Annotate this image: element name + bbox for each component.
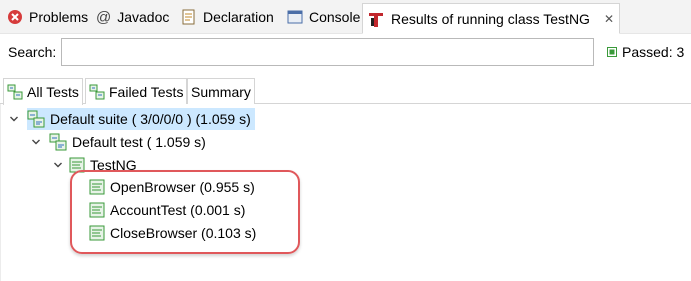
- test-tree-icon: [7, 84, 23, 100]
- method-pass-icon: [89, 179, 105, 195]
- tab-label: Results of running class TestNG: [391, 10, 590, 27]
- pass-icon: [607, 47, 617, 57]
- suite-icon: [27, 110, 45, 128]
- search-label: Search:: [8, 44, 57, 60]
- tab-javadoc[interactable]: @ Javadoc: [92, 3, 173, 31]
- tree-node-test[interactable]: Default test ( 1.059 s): [49, 131, 206, 153]
- class-icon: [69, 157, 85, 173]
- tab-declaration[interactable]: Declaration: [177, 3, 278, 31]
- tab-label: All Tests: [27, 84, 79, 100]
- tree-node-label: Default suite ( 3/0/0/0 ) (1.059 s): [50, 111, 251, 127]
- testng-icon: [368, 10, 384, 27]
- passed-status: Passed: 3: [607, 44, 684, 60]
- tab-testng-results[interactable]: Results of running class TestNG ✕: [362, 3, 620, 34]
- tab-label: Declaration: [203, 9, 274, 25]
- tree-node-suite[interactable]: Default suite ( 3/0/0/0 ) (1.059 s): [27, 108, 255, 130]
- tree-node-label: Default test ( 1.059 s): [72, 134, 206, 150]
- tree-node-method[interactable]: AccountTest (0.001 s): [89, 199, 245, 221]
- passed-count: Passed: 3: [622, 44, 685, 60]
- failed-tests-icon: [89, 84, 105, 99]
- test-icon: [49, 133, 67, 151]
- at-sign-icon: @: [96, 8, 112, 26]
- tab-console[interactable]: Console: [283, 3, 364, 31]
- error-icon: [8, 10, 22, 24]
- tab-label: Summary: [191, 83, 251, 100]
- view-tab-bar: Problems @ Javadoc Declaration Console R…: [0, 0, 691, 34]
- collapse-chevron-icon[interactable]: [29, 131, 43, 153]
- test-results-tree: Default suite ( 3/0/0/0 ) (1.059 s) Defa…: [0, 104, 691, 281]
- collapse-chevron-icon[interactable]: [51, 154, 65, 176]
- collapse-chevron-icon[interactable]: [7, 108, 21, 130]
- search-row: Search: Passed: 3: [0, 34, 691, 72]
- console-icon: [287, 10, 303, 24]
- tree-node-label: AccountTest (0.001 s): [110, 202, 246, 218]
- tree-node-label: TestNG: [90, 157, 137, 173]
- tab-label: Problems: [29, 9, 89, 25]
- tree-node-label: CloseBrowser (0.103 s): [110, 225, 257, 241]
- declaration-icon: [182, 9, 195, 25]
- method-pass-icon: [89, 202, 105, 218]
- tab-label: Javadoc: [117, 9, 170, 25]
- tab-label: Failed Tests: [109, 83, 184, 100]
- tab-summary[interactable]: Summary: [187, 78, 255, 104]
- tab-all-tests[interactable]: All Tests: [3, 78, 83, 105]
- method-pass-icon: [89, 225, 105, 241]
- tree-node-method[interactable]: OpenBrowser (0.955 s): [89, 176, 255, 198]
- tab-problems[interactable]: Problems: [3, 3, 92, 31]
- tree-node-class[interactable]: TestNG: [69, 154, 137, 176]
- tab-failed-tests[interactable]: Failed Tests: [85, 78, 188, 104]
- tree-node-method[interactable]: CloseBrowser (0.103 s): [89, 222, 256, 244]
- tab-label: Console: [309, 9, 361, 25]
- search-input[interactable]: [61, 38, 594, 66]
- tree-node-label: OpenBrowser (0.955 s): [110, 179, 255, 195]
- results-tab-bar: All Tests Failed Tests Summary: [0, 78, 691, 105]
- close-icon[interactable]: ✕: [604, 12, 614, 26]
